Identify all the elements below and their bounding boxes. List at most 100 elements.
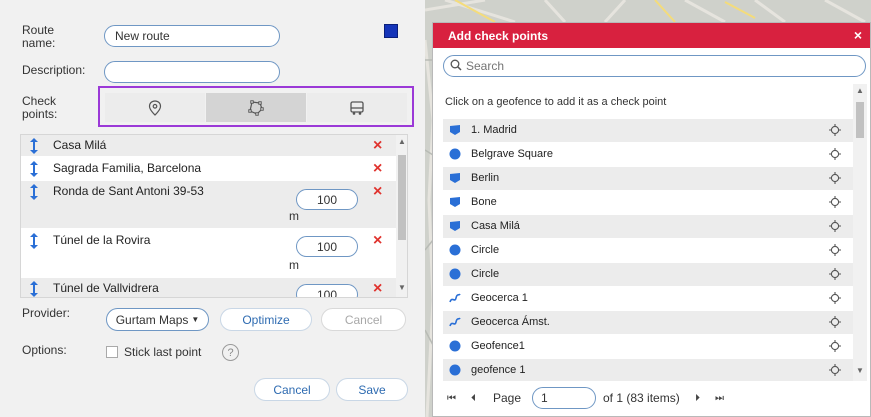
- stick-last-point-checkbox[interactable]: [106, 346, 118, 358]
- checkpoint-mode-selector: [98, 86, 414, 127]
- checkpoint-row[interactable]: Túnel de la Rovira m ×: [21, 230, 396, 277]
- geofence-name: Circle: [471, 268, 500, 280]
- geofence-row[interactable]: Berlin: [443, 167, 853, 190]
- route-name-label: Route name:: [22, 23, 56, 50]
- scrollbar-thumb[interactable]: [398, 155, 406, 240]
- checkpoint-name: Sagrada Familia, Barcelona: [53, 161, 202, 175]
- checkpoint-name: Túnel de la Rovira: [53, 233, 151, 247]
- delete-icon[interactable]: ×: [373, 138, 382, 154]
- page-total: of 1 (83 items): [603, 391, 680, 405]
- next-page-icon[interactable]: ⏵: [695, 393, 700, 404]
- scrollbar-thumb[interactable]: [856, 102, 864, 138]
- mode-unit-button[interactable]: [307, 93, 407, 122]
- checkpoint-name: Ronda de Sant Antoni 39-53: [53, 184, 204, 198]
- geofence-row[interactable]: Geocerca 1: [443, 287, 853, 310]
- help-icon[interactable]: ?: [222, 344, 239, 361]
- dialog-hint: Click on a geofence to add it as a check…: [445, 96, 667, 108]
- geofence-name: Geocerca 1: [471, 292, 528, 304]
- geofence-name: Geocerca Ámst.: [471, 316, 550, 328]
- checkpoint-row[interactable]: Casa Milá ×: [21, 135, 396, 157]
- optimize-button[interactable]: Optimize: [220, 308, 312, 331]
- first-page-icon[interactable]: ⏮: [447, 393, 456, 404]
- geofence-name: Casa Milá: [471, 220, 520, 232]
- description-input[interactable]: [104, 61, 280, 83]
- circle-icon: [449, 148, 461, 160]
- scroll-down-icon[interactable]: ▼: [856, 366, 864, 375]
- cancel-optimize-button[interactable]: Cancel: [321, 308, 406, 331]
- crosshair-icon[interactable]: [828, 219, 842, 233]
- delete-icon[interactable]: ×: [373, 281, 382, 297]
- provider-label: Provider:: [22, 306, 71, 320]
- circle-icon: [449, 364, 461, 376]
- geofence-row[interactable]: Circle: [443, 239, 853, 262]
- delete-icon[interactable]: ×: [373, 233, 382, 249]
- drag-handle-icon[interactable]: [30, 138, 38, 154]
- crosshair-icon[interactable]: [828, 195, 842, 209]
- geofence-row[interactable]: Bone: [443, 191, 853, 214]
- scroll-up-icon[interactable]: ▲: [856, 86, 864, 95]
- drag-handle-icon[interactable]: [30, 184, 38, 200]
- geofence-row[interactable]: Belgrave Square: [443, 143, 853, 166]
- prev-page-icon[interactable]: ⏴: [471, 393, 476, 404]
- geofence-name: Bone: [471, 196, 497, 208]
- crosshair-icon[interactable]: [828, 291, 842, 305]
- bus-icon: [350, 100, 364, 115]
- geofence-name: Geofence1: [471, 340, 525, 352]
- route-panel: Route name: Description: Check points:: [0, 0, 425, 417]
- geofence-list-scrollbar[interactable]: ▲ ▼: [853, 84, 867, 381]
- checkpoint-row[interactable]: Ronda de Sant Antoni 39-53 m ×: [21, 181, 396, 229]
- radius-unit: m: [289, 258, 299, 272]
- crosshair-icon[interactable]: [828, 339, 842, 353]
- route-color-swatch[interactable]: [384, 24, 398, 38]
- checkpoint-radius-input[interactable]: [296, 284, 358, 297]
- last-page-icon[interactable]: ⏭: [715, 393, 724, 404]
- polygon-icon: [450, 125, 460, 135]
- cancel-button[interactable]: Cancel: [254, 378, 330, 401]
- checkpoints-label: Check points:: [22, 94, 58, 121]
- geofence-name: geofence 1: [471, 364, 526, 376]
- delete-icon[interactable]: ×: [373, 161, 382, 177]
- checkpoint-name: Túnel de Vallvidrera: [53, 281, 159, 295]
- search-input[interactable]: [464, 58, 859, 74]
- scroll-down-icon[interactable]: ▼: [398, 283, 406, 292]
- geofence-row[interactable]: Geocerca Ámst.: [443, 311, 853, 334]
- geofence-row[interactable]: Geofence1: [443, 335, 853, 358]
- crosshair-icon[interactable]: [828, 171, 842, 185]
- drag-handle-icon[interactable]: [30, 281, 38, 297]
- crosshair-icon[interactable]: [828, 123, 842, 137]
- page-input[interactable]: [532, 387, 596, 409]
- geofence-name: Circle: [471, 244, 500, 256]
- location-pin-icon: [148, 99, 162, 116]
- geofence-row[interactable]: geofence 1: [443, 359, 853, 381]
- checkpoint-list-scrollbar[interactable]: ▲ ▼: [396, 135, 407, 297]
- drag-handle-icon[interactable]: [30, 233, 38, 249]
- crosshair-icon[interactable]: [828, 267, 842, 281]
- mode-geofence-button[interactable]: [206, 93, 306, 122]
- stick-last-point-label[interactable]: Stick last point: [124, 346, 201, 359]
- geofence-search[interactable]: [443, 55, 866, 77]
- drag-handle-icon[interactable]: [30, 161, 38, 177]
- crosshair-icon[interactable]: [828, 243, 842, 257]
- dialog-header: Add check points ×: [433, 23, 870, 48]
- geofence-row[interactable]: Circle: [443, 263, 853, 286]
- checkpoint-radius-input[interactable]: [296, 189, 358, 210]
- circle-icon: [449, 244, 461, 256]
- provider-select[interactable]: Gurtam Maps ▼: [106, 308, 209, 331]
- crosshair-icon[interactable]: [828, 315, 842, 329]
- delete-icon[interactable]: ×: [373, 184, 382, 200]
- add-checkpoints-dialog: Add check points × Click on a geofence t…: [432, 22, 871, 417]
- mode-address-button[interactable]: [105, 93, 205, 122]
- chevron-down-icon: ▼: [191, 315, 200, 324]
- checkpoint-radius-input[interactable]: [296, 236, 358, 257]
- scroll-up-icon[interactable]: ▲: [398, 137, 406, 146]
- checkpoint-row[interactable]: Túnel de Vallvidrera ×: [21, 278, 396, 297]
- crosshair-icon[interactable]: [828, 363, 842, 377]
- polygon-icon: [450, 221, 460, 231]
- route-name-input[interactable]: [104, 25, 280, 47]
- crosshair-icon[interactable]: [828, 147, 842, 161]
- geofence-row[interactable]: 1. Madrid: [443, 119, 853, 142]
- checkpoint-row[interactable]: Sagrada Familia, Barcelona ×: [21, 158, 396, 180]
- close-icon[interactable]: ×: [854, 27, 862, 43]
- geofence-row[interactable]: Casa Milá: [443, 215, 853, 238]
- save-button[interactable]: Save: [336, 378, 408, 401]
